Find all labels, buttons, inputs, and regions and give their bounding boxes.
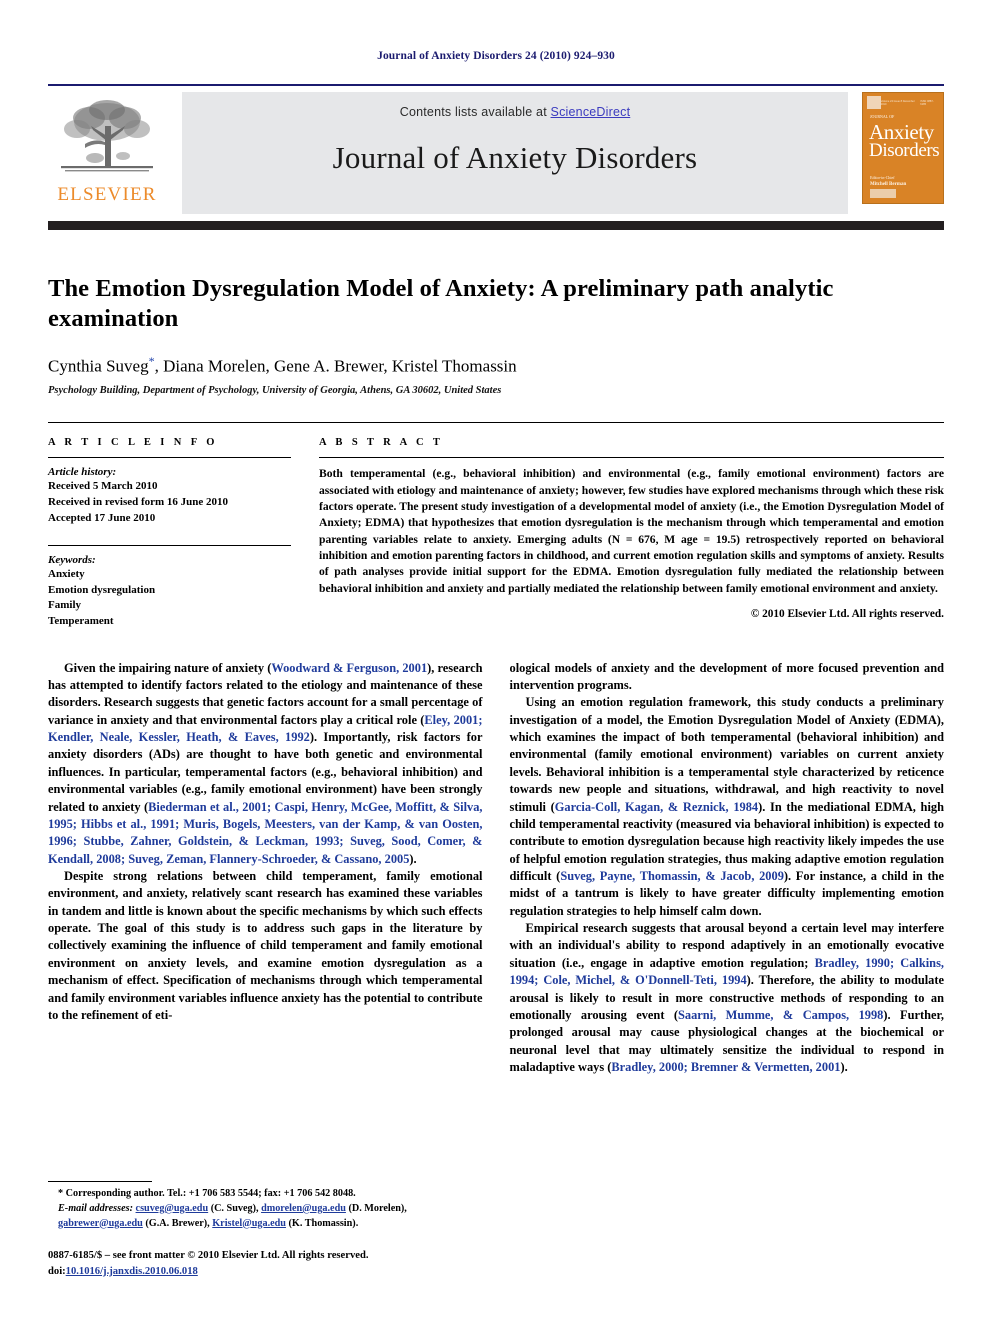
cover-volume-text: Volume 24 Issue 8 December 2010	[880, 99, 915, 106]
email-addresses-note: E-mail addresses: csuveg@uga.edu (C. Suv…	[48, 1202, 488, 1232]
history-received: Received 5 March 2010	[48, 480, 158, 493]
citation-link[interactable]: Suveg, Payne, Thomassin, & Jacob, 2009	[560, 869, 784, 883]
contents-available-line: Contents lists available at ScienceDirec…	[400, 105, 631, 119]
body-text: Using an emotion regulation framework, t…	[509, 695, 945, 814]
abstract-heading: A B S T R A C T	[319, 437, 444, 449]
article-info-divider	[48, 457, 291, 459]
cover-issn-text: ISSN 0887-6185	[920, 99, 934, 106]
doi-link[interactable]: 10.1016/j.janxdis.2010.06.018	[66, 1266, 198, 1277]
email-owner-name: (K. Thomassin).	[285, 1217, 359, 1229]
journal-band: Contents lists available at ScienceDirec…	[182, 92, 848, 214]
cover-editor-label: Editor-in-Chief	[870, 175, 895, 180]
author-first: Cynthia Suveg	[48, 356, 149, 376]
doi-label: doi:	[48, 1265, 66, 1277]
copyright-line: © 2010 Elsevier Ltd. All rights reserved…	[750, 608, 944, 621]
abstract-column: A B S T R A C T Both temperamental (e.g.…	[319, 437, 944, 629]
masthead-black-rule	[48, 221, 944, 230]
citation-link[interactable]: Bradley, 2000; Bremner & Vermetten, 2001	[611, 1060, 840, 1074]
keyword-item: Emotion dysregulation	[48, 583, 156, 596]
article-info-heading: A R T I C L E I N F O	[48, 437, 218, 449]
email-link[interactable]: dmorelen@uga.edu	[261, 1203, 346, 1214]
footnote-rule	[48, 1180, 152, 1182]
keywords-divider	[48, 545, 291, 547]
authors-rest: , Diana Morelen, Gene A. Brewer, Kristel…	[154, 356, 517, 376]
keywords-label: Keywords:	[48, 554, 96, 567]
journal-title: Journal of Anxiety Disorders	[332, 140, 698, 175]
corresponding-author-note: * Corresponding author. Tel.: +1 706 583…	[48, 1187, 488, 1231]
affiliation: Psychology Building, Department of Psych…	[48, 385, 502, 397]
journal-masthead: ELSEVIER Contents lists available at Sci…	[48, 84, 944, 214]
history-revised: Received in revised form 16 June 2010	[48, 496, 229, 509]
footnotes: * Corresponding author. Tel.: +1 706 583…	[48, 1180, 488, 1279]
cover-title: Anxiety Disorders	[869, 121, 940, 162]
citation-link[interactable]: Garcia-Coll, Kagan, & Reznick, 1984	[555, 800, 758, 814]
email-link[interactable]: csuveg@uga.edu	[136, 1203, 209, 1214]
abstract-divider	[319, 457, 944, 459]
body-text: ological models of anxiety and the devel…	[509, 660, 945, 693]
keyword-item: Anxiety	[48, 568, 85, 581]
cover-pre-title: JOURNAL OF	[870, 114, 895, 119]
body-text: Despite strong relations between child t…	[48, 868, 483, 1022]
email-link[interactable]: Kristel@uga.edu	[212, 1218, 286, 1229]
cover-elsevier-icon	[867, 96, 881, 109]
body-text: ).	[840, 1059, 848, 1074]
email-link[interactable]: gabrewer@uga.edu	[58, 1218, 143, 1229]
journal-cover-block: Volume 24 Issue 8 December 2010 ISSN 088…	[858, 92, 944, 214]
email-owner-name: (C. Suveg),	[208, 1202, 262, 1214]
author-list: Cynthia Suveg*, Diana Morelen, Gene A. B…	[48, 354, 944, 377]
sciencedirect-link[interactable]: ScienceDirect	[551, 105, 631, 119]
cover-topbar: Volume 24 Issue 8 December 2010 ISSN 088…	[867, 96, 939, 109]
body-text: ).	[409, 851, 417, 866]
body-column-right: ological models of anxiety and the devel…	[510, 660, 945, 1077]
body-columns: Given the impairing nature of anxiety (W…	[48, 660, 944, 1077]
keyword-item: Temperament	[48, 615, 114, 628]
info-abstract-block: A R T I C L E I N F O Article history: R…	[48, 422, 944, 629]
keyword-item: Family	[48, 599, 81, 612]
cover-title-line2: Disorders	[869, 140, 940, 162]
journal-cover-image: Volume 24 Issue 8 December 2010 ISSN 088…	[862, 92, 944, 204]
body-paragraph: Despite strong relations between child t…	[48, 868, 483, 1024]
article-page: Journal of Anxiety Disorders 24 (2010) 9…	[0, 0, 992, 1323]
article-history-label: Article history:	[48, 466, 117, 479]
running-head: Journal of Anxiety Disorders 24 (2010) 9…	[377, 50, 615, 62]
body-column-left: Given the impairing nature of anxiety (W…	[48, 660, 483, 1077]
body-paragraph: Using an emotion regulation framework, t…	[510, 694, 945, 920]
abstract-text: Both temperamental (e.g., behavioral inh…	[319, 467, 944, 595]
citation-link[interactable]: Woodward & Ferguson, 2001	[271, 661, 427, 675]
email-owner-name: (G.A. Brewer),	[142, 1217, 213, 1229]
contents-prefix: Contents lists available at	[399, 105, 551, 119]
cover-editor: Editor-in-Chief Mitchell Berman	[870, 175, 906, 189]
elsevier-logo: ELSEVIER	[48, 92, 166, 214]
body-paragraph: Empirical research suggests that arousal…	[510, 920, 945, 1076]
issn-text: 0887-6185/$ – see front matter © 2010 El…	[48, 1250, 369, 1262]
issn-copyright-line: 0887-6185/$ – see front matter © 2010 El…	[48, 1248, 488, 1279]
history-accepted: Accepted 17 June 2010	[48, 511, 156, 524]
email-addresses-label: E-mail addresses:	[58, 1202, 133, 1214]
cover-footer-logo	[870, 189, 896, 198]
body-paragraph: Given the impairing nature of anxiety (W…	[48, 660, 483, 868]
page-title: The Emotion Dysregulation Model of Anxie…	[48, 275, 834, 332]
body-text: Given the impairing nature of anxiety (	[64, 660, 272, 675]
elsevier-tree-icon	[61, 100, 153, 172]
corresponding-author-text: * Corresponding author. Tel.: +1 706 583…	[58, 1187, 356, 1199]
body-paragraph: ological models of anxiety and the devel…	[510, 660, 945, 695]
cover-editor-name: Mitchell Berman	[870, 182, 907, 187]
article-info-column: A R T I C L E I N F O Article history: R…	[48, 437, 291, 629]
email-owner-name: (D. Morelen),	[345, 1202, 407, 1214]
elsevier-wordmark: ELSEVIER	[57, 184, 157, 205]
citation-link[interactable]: Saarni, Mumme, & Campos, 1998	[678, 1008, 883, 1022]
